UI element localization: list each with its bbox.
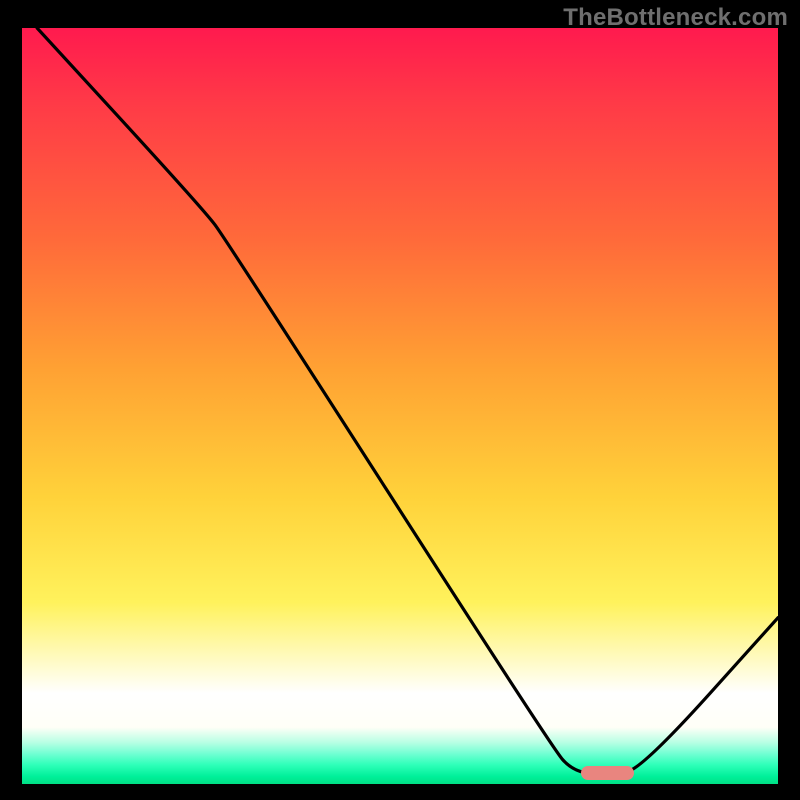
plot-inner	[22, 28, 778, 784]
bottleneck-curve-path	[37, 28, 778, 774]
chart-frame: TheBottleneck.com	[0, 0, 800, 800]
line-series	[22, 28, 778, 784]
plot-area	[22, 28, 778, 784]
watermark-text: TheBottleneck.com	[563, 4, 788, 32]
sweet-spot-marker	[581, 766, 634, 780]
